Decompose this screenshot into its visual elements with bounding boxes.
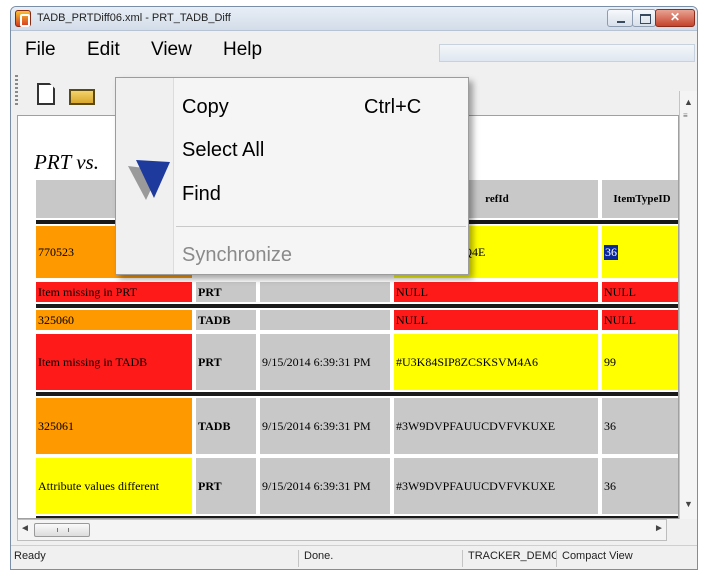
vertical-scrollbar[interactable]: ▲ ≡ ▼: [679, 91, 697, 519]
table-cell-itemtypeid[interactable]: 36: [602, 226, 678, 278]
find-icon: [128, 160, 170, 200]
table-cell-itemtypeid[interactable]: NULL: [602, 282, 678, 302]
table-cell-itemtypeid[interactable]: 36: [602, 398, 678, 454]
menu-help[interactable]: Help: [219, 39, 266, 61]
menu-item-synchronize: Synchronize: [182, 244, 293, 266]
table-cell-date[interactable]: [260, 282, 390, 302]
column-header-itemtypeid: ItemTypeID: [602, 180, 678, 218]
horizontal-scrollbar[interactable]: ◄ ►: [17, 519, 667, 541]
new-document-icon[interactable]: [37, 83, 55, 105]
status-ready: Ready: [11, 550, 299, 567]
scroll-down-icon[interactable]: ▼: [684, 499, 693, 509]
table-cell-status[interactable]: Item missing in PRT: [36, 282, 192, 302]
table-cell-refid[interactable]: #3W9DVPFAUUCDVFVKUXE: [394, 458, 598, 514]
table-cell-source[interactable]: TADB: [196, 310, 256, 330]
table-cell-date[interactable]: [260, 310, 390, 330]
minimize-button[interactable]: [607, 9, 633, 27]
menu-file[interactable]: File: [21, 39, 60, 61]
row-separator: [36, 304, 678, 308]
edit-menu-dropdown: Copy Ctrl+C Select All Find Synchronize: [115, 77, 469, 275]
scroll-thumb[interactable]: [34, 523, 90, 537]
selected-text[interactable]: 36: [604, 244, 618, 260]
window-title: TADB_PRTDiff06.xml - PRT_TADB_Diff: [37, 12, 231, 24]
status-view: Compact View: [562, 550, 633, 562]
menu-item-copy[interactable]: Copy: [182, 96, 229, 119]
scroll-up-icon[interactable]: ▲: [684, 97, 693, 107]
table-cell-source[interactable]: PRT: [196, 458, 256, 514]
table-cell-source[interactable]: TADB: [196, 398, 256, 454]
copy-shortcut: Ctrl+C: [364, 96, 422, 118]
table-cell-status[interactable]: Item missing in TADB: [36, 334, 192, 390]
table-cell-id[interactable]: 325060: [36, 310, 192, 330]
table-cell-source[interactable]: PRT: [196, 334, 256, 390]
table-cell-date[interactable]: 9/15/2014 6:39:31 PM: [260, 398, 390, 454]
status-bar: Ready Done. TRACKER_DEMO Compact View: [11, 545, 697, 569]
page-title: PRT vs.: [34, 150, 99, 174]
maximize-button[interactable]: [632, 9, 656, 27]
table-cell-itemtypeid[interactable]: NULL: [602, 310, 678, 330]
table-cell-id[interactable]: 325061: [36, 398, 192, 454]
table-cell-date[interactable]: 9/15/2014 6:39:31 PM: [260, 458, 390, 514]
status-done: Done.: [301, 550, 463, 567]
menu-divider: [176, 226, 466, 227]
menu-item-find[interactable]: Find: [182, 183, 221, 206]
table-cell-refid[interactable]: NULL: [394, 282, 598, 302]
table-cell-source[interactable]: PRT: [196, 282, 256, 302]
toolbar-strip: [439, 44, 695, 62]
app-logo-icon: [15, 10, 31, 27]
menu-item-select-all[interactable]: Select All: [182, 139, 264, 162]
scroll-left-icon[interactable]: ◄: [20, 523, 30, 534]
table-cell-refid[interactable]: #U3K84SIP8ZCSKSVM4A6: [394, 334, 598, 390]
table-cell-refid[interactable]: #3W9DVPFAUUCDVFVKUXE: [394, 398, 598, 454]
menu-bar: File Edit View Help: [11, 32, 697, 66]
table-cell-itemtypeid[interactable]: 99: [602, 334, 678, 390]
scroll-right-icon[interactable]: ►: [654, 523, 664, 534]
app-window: TADB_PRTDiff06.xml - PRT_TADB_Diff File …: [10, 6, 698, 570]
table-cell-status[interactable]: Attribute values different: [36, 458, 192, 514]
open-folder-icon[interactable]: [69, 89, 95, 105]
table-cell-date[interactable]: 9/15/2014 6:39:31 PM: [260, 334, 390, 390]
table-cell-refid[interactable]: NULL: [394, 310, 598, 330]
scroll-thumb[interactable]: ≡: [683, 111, 695, 125]
toolbar-grip[interactable]: [15, 75, 18, 105]
close-button[interactable]: [655, 9, 695, 27]
status-tracker: TRACKER_DEMO: [465, 550, 557, 567]
menu-edit[interactable]: Edit: [83, 39, 124, 61]
menu-view[interactable]: View: [147, 39, 196, 61]
title-bar: TADB_PRTDiff06.xml - PRT_TADB_Diff: [11, 7, 697, 31]
table-cell-itemtypeid[interactable]: 36: [602, 458, 678, 514]
row-separator: [36, 392, 678, 396]
